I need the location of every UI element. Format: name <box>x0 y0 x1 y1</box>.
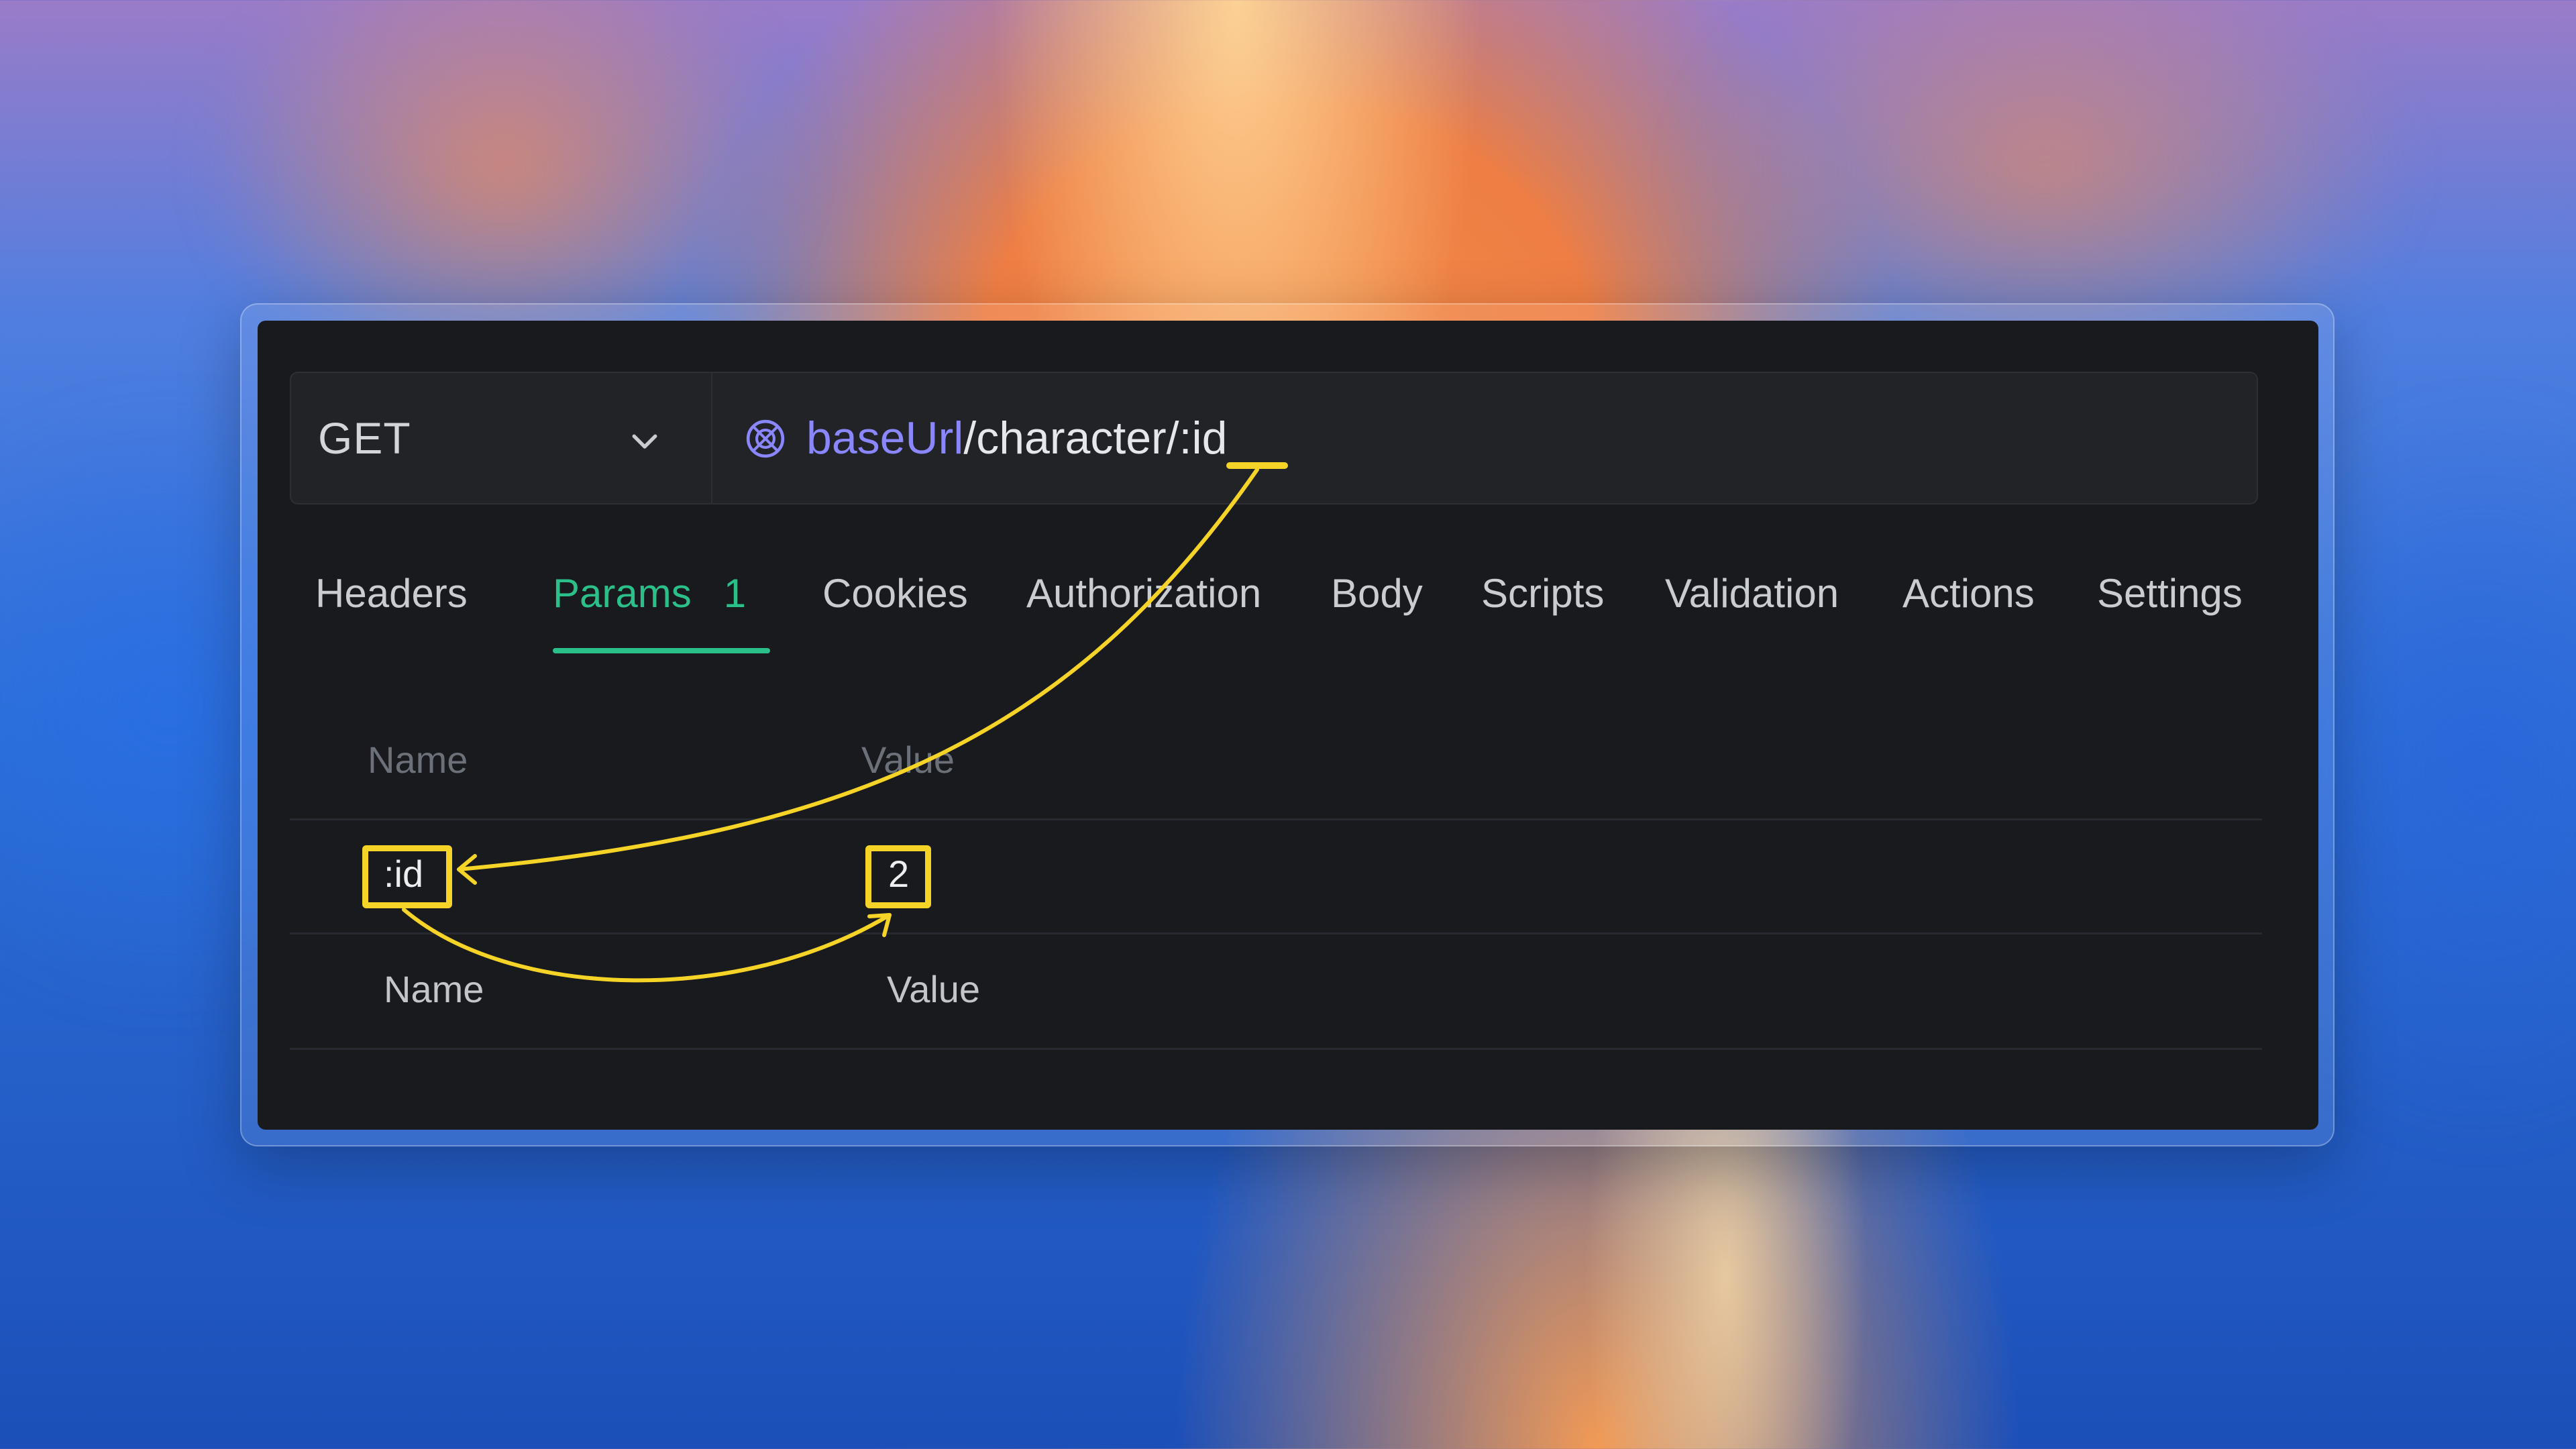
tab-headers[interactable]: Headers <box>315 570 468 616</box>
tab-label: Body <box>1331 571 1423 616</box>
url-id-highlight-underline <box>1226 462 1288 469</box>
tab-scripts[interactable]: Scripts <box>1481 570 1604 616</box>
url-input[interactable]: baseUrl/character/:id <box>714 373 2257 503</box>
params-count-badge: 1 <box>723 571 747 616</box>
active-tab-indicator <box>553 648 770 653</box>
request-panel: GET baseUrl/character/:id Headers Params… <box>258 321 2318 1130</box>
table-divider <box>290 1048 2262 1050</box>
new-param-name-input[interactable]: Name <box>384 967 484 1011</box>
globe-icon <box>746 419 785 458</box>
tab-label: Settings <box>2097 571 2243 616</box>
tab-authorization[interactable]: Authorization <box>1026 570 1261 616</box>
method-label: GET <box>318 413 411 463</box>
value-highlight-box <box>865 845 931 908</box>
new-param-value-input[interactable]: Value <box>887 967 980 1011</box>
tab-label: Scripts <box>1481 571 1605 616</box>
url-variable: baseUrl <box>806 413 964 464</box>
url-path: /character/:id <box>963 413 1228 464</box>
column-header-value: Value <box>861 739 955 781</box>
tab-label: Validation <box>1665 571 1839 616</box>
tab-label: Actions <box>1902 571 2035 616</box>
tab-cookies[interactable]: Cookies <box>822 570 968 616</box>
tab-label: Cookies <box>822 571 968 616</box>
tab-label: Params <box>553 571 692 616</box>
tab-settings[interactable]: Settings <box>2097 570 2243 616</box>
url-bar: GET baseUrl/character/:id <box>290 372 2258 504</box>
table-divider <box>290 818 2262 820</box>
tab-label: Authorization <box>1026 571 1262 616</box>
tab-validation[interactable]: Validation <box>1665 570 1839 616</box>
tab-label: Headers <box>315 571 468 616</box>
column-header-name: Name <box>368 739 468 781</box>
name-highlight-box <box>362 845 452 908</box>
url-text: baseUrl/character/:id <box>806 373 1227 503</box>
method-select[interactable]: GET <box>291 373 712 503</box>
chevron-down-icon <box>632 434 657 449</box>
table-divider <box>290 932 2262 934</box>
tab-body[interactable]: Body <box>1331 570 1423 616</box>
tab-actions[interactable]: Actions <box>1902 570 2035 616</box>
tab-params[interactable]: Params 1 <box>553 570 746 616</box>
